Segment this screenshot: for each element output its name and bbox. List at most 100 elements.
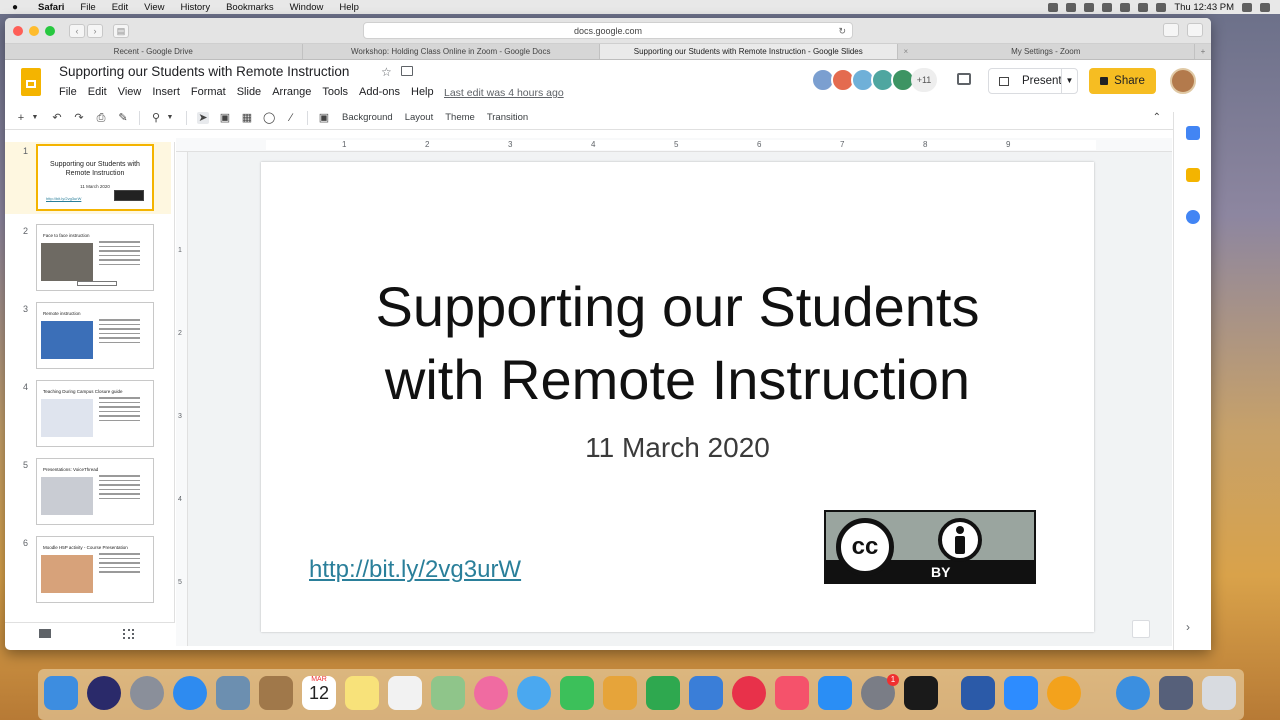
finder-icon[interactable]	[44, 676, 78, 710]
select-cursor-icon[interactable]: ➤	[197, 111, 209, 124]
zoom-icon[interactable]: ⚲	[150, 112, 162, 124]
maps-icon[interactable]	[431, 676, 465, 710]
news-icon[interactable]	[732, 676, 766, 710]
text-box-icon[interactable]: ▣	[219, 112, 231, 124]
spotlight-icon[interactable]	[1242, 2, 1252, 12]
keynote-icon[interactable]	[689, 676, 723, 710]
trash-icon[interactable]	[1202, 676, 1236, 710]
minimize-window-button[interactable]	[29, 25, 39, 36]
star-icon[interactable]: ☆	[381, 65, 392, 79]
collapse-toolbar-icon[interactable]: ⌃	[1153, 112, 1161, 123]
contacts-icon[interactable]	[259, 676, 293, 710]
menu-help[interactable]: Help	[411, 86, 440, 98]
present-options-dropdown[interactable]: ▼	[1061, 69, 1077, 93]
grid-view-icon[interactable]	[123, 629, 134, 639]
calendar-icon[interactable]	[1186, 126, 1200, 140]
comment-history-icon[interactable]	[957, 73, 971, 85]
present-button[interactable]: Present ▼	[988, 68, 1078, 94]
explore-icon[interactable]	[1132, 620, 1150, 638]
reminders-icon[interactable]	[388, 676, 422, 710]
image-icon[interactable]: ▦	[241, 112, 253, 124]
terminal-icon[interactable]	[904, 676, 938, 710]
share-button[interactable]: Share	[1089, 68, 1156, 94]
slide-link[interactable]: http://bit.ly/2vg3urW	[309, 556, 521, 584]
line-icon[interactable]: ∕	[285, 112, 297, 124]
redo-icon[interactable]: ↷	[73, 112, 85, 124]
menu-slide[interactable]: Slide	[237, 86, 267, 98]
current-slide[interactable]: Supporting our Students with Remote Inst…	[261, 162, 1094, 632]
forward-button[interactable]: ›	[87, 23, 103, 38]
share-sheet-button[interactable]	[1163, 23, 1179, 37]
flag-icon[interactable]	[1156, 2, 1167, 12]
numbers-icon[interactable]	[646, 676, 680, 710]
facetime-icon[interactable]	[560, 676, 594, 710]
address-bar[interactable]: docs.google.com ↻	[363, 22, 853, 39]
safari-icon[interactable]	[173, 676, 207, 710]
menu-edit[interactable]: Edit	[88, 86, 113, 98]
messages-icon[interactable]	[517, 676, 551, 710]
apple-icon[interactable]: ●	[0, 2, 30, 13]
downloads-globe-icon[interactable]	[1116, 676, 1150, 710]
photos-icon[interactable]	[474, 676, 508, 710]
notification-center-icon[interactable]	[1260, 2, 1270, 12]
paint-format-icon[interactable]: ✎	[117, 112, 129, 124]
menu-addons[interactable]: Add-ons	[359, 86, 406, 98]
tasks-icon[interactable]	[1186, 210, 1200, 224]
undo-icon[interactable]: ↶	[51, 112, 63, 124]
print-icon[interactable]: ⎙	[95, 112, 107, 124]
filmstrip-view-icon[interactable]	[39, 629, 51, 638]
filmstrip-slide-2[interactable]: 2 Face to face instruction	[5, 222, 171, 294]
status-icon[interactable]	[1048, 2, 1059, 12]
filmstrip-slide-3[interactable]: 3 Remote instruction	[5, 300, 171, 372]
background-button[interactable]: Background	[342, 112, 393, 123]
menu-history[interactable]: History	[173, 2, 219, 13]
launchpad-icon[interactable]	[130, 676, 164, 710]
calendar-app-icon[interactable]: MAR 12	[302, 676, 336, 710]
new-slide-plus-icon[interactable]: +	[15, 112, 27, 124]
notes-icon[interactable]	[345, 676, 379, 710]
add-comment-icon[interactable]: ▣	[318, 112, 330, 124]
filmstrip-slide-5[interactable]: 5 Presentations: VoiceThread	[5, 456, 171, 528]
music-icon[interactable]	[775, 676, 809, 710]
menu-bookmarks[interactable]: Bookmarks	[218, 2, 282, 13]
battery-icon[interactable]	[1138, 2, 1149, 12]
pages-icon[interactable]	[603, 676, 637, 710]
close-tab-icon[interactable]: ×	[904, 44, 909, 59]
menu-file[interactable]: File	[72, 2, 103, 13]
tab-google-docs[interactable]: Workshop: Holding Class Online in Zoom -…	[303, 44, 600, 59]
app-icon[interactable]	[1047, 676, 1081, 710]
tab-google-slides[interactable]: Supporting our Students with Remote Inst…	[600, 44, 898, 59]
tab-google-drive[interactable]: Recent - Google Drive	[5, 44, 303, 59]
shape-icon[interactable]: ◯	[263, 112, 275, 124]
menu-edit[interactable]: Edit	[104, 2, 136, 13]
layout-button[interactable]: Layout	[405, 112, 434, 123]
slides-logo-icon[interactable]	[21, 68, 41, 96]
wifi-icon[interactable]	[1120, 2, 1131, 12]
menu-insert[interactable]: Insert	[152, 86, 186, 98]
menu-help[interactable]: Help	[331, 2, 367, 13]
dropbox-icon[interactable]	[1066, 2, 1077, 12]
bluetooth-icon[interactable]	[1084, 2, 1095, 12]
expand-panel-icon[interactable]: ›	[1186, 620, 1190, 634]
reload-icon[interactable]: ↻	[838, 23, 846, 39]
zoom-icon[interactable]	[1004, 676, 1038, 710]
cc-by-license-badge[interactable]: cc BY	[824, 510, 1036, 584]
tab-overview-button[interactable]	[1187, 23, 1203, 37]
menu-view[interactable]: View	[136, 2, 172, 13]
video-thumbnail-icon[interactable]	[1159, 676, 1193, 710]
word-icon[interactable]	[961, 676, 995, 710]
menu-format[interactable]: Format	[191, 86, 232, 98]
back-button[interactable]: ‹	[69, 23, 85, 38]
last-edit-link[interactable]: Last edit was 4 hours ago	[444, 87, 564, 99]
account-avatar[interactable]	[1170, 68, 1196, 94]
menu-safari[interactable]: Safari	[30, 2, 72, 13]
menu-file[interactable]: File	[59, 86, 83, 98]
transition-button[interactable]: Transition	[487, 112, 528, 123]
menu-window[interactable]: Window	[282, 2, 332, 13]
collaborator-count[interactable]: +11	[911, 68, 937, 92]
menu-view[interactable]: View	[118, 86, 148, 98]
filmstrip-slide-4[interactable]: 4 Teaching During Campus Closure guide	[5, 378, 171, 450]
slide-title[interactable]: Supporting our Students with Remote Inst…	[261, 270, 1094, 416]
new-slide-dropdown-icon[interactable]: ▼	[29, 112, 41, 124]
filmstrip-slide-1[interactable]: 1 Supporting our Students with Remote In…	[5, 142, 171, 214]
